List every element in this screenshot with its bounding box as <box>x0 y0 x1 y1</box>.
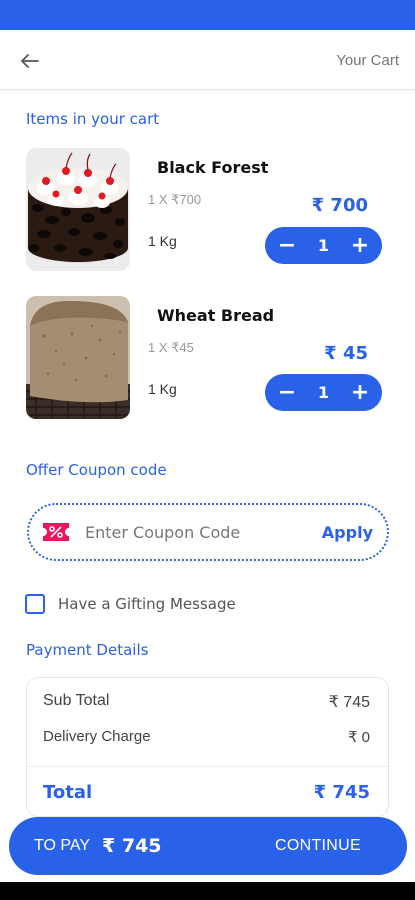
continue-button[interactable]: CONTINUE <box>275 837 361 855</box>
wheat-bread-image <box>26 296 130 419</box>
cart-section-title: Items in your cart <box>26 110 160 128</box>
total-value: ₹ 745 <box>313 782 370 803</box>
status-bar <box>0 0 415 30</box>
quantity-value: 1 <box>317 383 330 402</box>
item-unit-price: 1 X ₹45 <box>148 340 194 355</box>
total-label: Total <box>43 782 93 803</box>
to-pay-summary: TO PAY ₹ 745 <box>34 835 162 857</box>
item-unit-price: 1 X ₹700 <box>148 192 202 207</box>
subtotal-row: Sub Total ₹ 745 <box>43 692 370 712</box>
subtotal-label: Sub Total <box>43 692 110 709</box>
item-price: ₹ 700 <box>311 195 368 216</box>
cart-item: Wheat Bread 1 X ₹45 ₹ 45 1 Kg − 1 + <box>26 296 386 421</box>
delivery-row: Delivery Charge ₹ 0 <box>43 728 370 746</box>
quantity-stepper: − 1 + <box>265 374 382 411</box>
item-price: ₹ 45 <box>324 343 368 364</box>
page-title: Your Cart <box>336 52 399 69</box>
app-header: Your Cart <box>0 30 415 90</box>
system-nav-bar <box>0 882 415 900</box>
item-name: Wheat Bread <box>157 306 275 325</box>
coupon-section-title: Offer Coupon code <box>26 461 167 479</box>
increase-quantity-button[interactable]: + <box>348 381 372 405</box>
coupon-input[interactable] <box>85 519 285 545</box>
quantity-stepper: − 1 + <box>265 227 382 264</box>
to-pay-amount: ₹ 745 <box>102 835 162 857</box>
decrease-quantity-button[interactable]: − <box>275 381 299 405</box>
checkout-bar: TO PAY ₹ 745 CONTINUE <box>9 817 407 875</box>
cart-item: Black Forest 1 X ₹700 ₹ 700 1 Kg − 1 + <box>26 148 386 273</box>
payment-details-card: Sub Total ₹ 745 Delivery Charge ₹ 0 Tota… <box>26 677 389 817</box>
arrow-left-icon <box>21 54 39 68</box>
increase-quantity-button[interactable]: + <box>348 234 372 258</box>
divider <box>27 766 388 767</box>
delivery-label: Delivery Charge <box>43 728 151 745</box>
decrease-quantity-button[interactable]: − <box>275 234 299 258</box>
delivery-value: ₹ 0 <box>347 729 370 746</box>
coupon-field: Apply <box>27 503 389 561</box>
gift-message-checkbox[interactable] <box>25 594 45 614</box>
black-forest-image <box>26 148 130 271</box>
total-row: Total ₹ 745 <box>43 782 370 803</box>
item-weight: 1 Kg <box>148 381 177 397</box>
coupon-percent-icon <box>43 523 69 541</box>
back-button[interactable] <box>14 48 46 74</box>
apply-coupon-button[interactable]: Apply <box>322 523 373 542</box>
gift-message-label: Have a Gifting Message <box>58 595 236 613</box>
to-pay-label: TO PAY <box>34 837 91 854</box>
item-weight: 1 Kg <box>148 233 177 249</box>
payment-section-title: Payment Details <box>26 641 149 659</box>
gift-message-row: Have a Gifting Message <box>25 594 236 614</box>
item-name: Black Forest <box>157 158 269 177</box>
subtotal-value: ₹ 745 <box>328 694 370 711</box>
quantity-value: 1 <box>317 236 330 255</box>
